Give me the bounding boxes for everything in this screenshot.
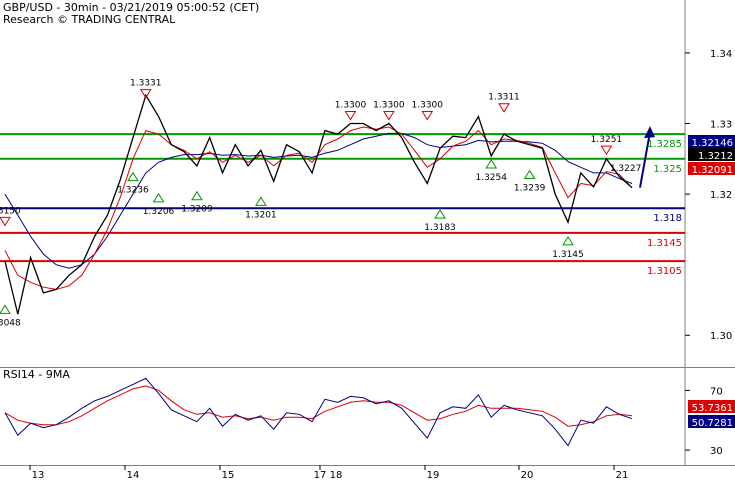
date-label: 14 <box>127 470 140 480</box>
swing-annotations: 1.3331 1.3300 1.3300 1.3300 1.3311 1.3251 1.31… <box>0 79 642 328</box>
rsi-tags: 53.7361 50.7281 <box>688 400 735 429</box>
price-tick-label: 1.32 <box>710 190 732 201</box>
date-label: 17 18 <box>314 470 343 480</box>
date-label: 20 <box>521 470 534 480</box>
low-marker-icon <box>255 196 267 206</box>
date-label: 13 <box>32 470 45 480</box>
price-line <box>4 93 633 315</box>
high-label: 1.3300 <box>335 101 367 111</box>
price-tag-label: 1.32146 <box>692 138 733 149</box>
high-marker-icon <box>382 111 395 121</box>
low-marker-icon <box>0 304 11 314</box>
high-label: 1.3311 <box>488 93 520 103</box>
gbpusd-chart: GBP/USD - 30min - 03/21/2019 05:00:52 (C… <box>0 0 735 480</box>
low-label: 1.3209 <box>181 205 213 215</box>
high-marker-icon <box>344 111 357 121</box>
low-marker-icon <box>485 159 498 169</box>
low-marker-icon <box>434 209 446 219</box>
rsi-title: RSI14 - 9MA <box>3 368 70 381</box>
high-marker-icon <box>498 103 510 113</box>
projection-arrow <box>639 126 655 188</box>
level-annotation: 1.3227 <box>610 164 642 174</box>
high-label: 1.3300 <box>373 101 405 111</box>
price-tick-label: 1.30 <box>710 331 732 342</box>
projection-line <box>639 131 651 188</box>
high-label: 1.3150 <box>0 206 21 216</box>
level-label: 1.318 <box>653 213 682 224</box>
price-tick-label: 1.34 <box>710 49 732 60</box>
low-marker-icon <box>562 235 574 246</box>
level-label: 1.325 <box>653 164 682 175</box>
date-x-axis: 13 14 15 17 18 19 20 21 <box>29 465 629 480</box>
rsi-tick-label: 30 <box>710 446 723 457</box>
high-marker-icon <box>421 111 434 121</box>
low-marker-icon <box>191 190 203 201</box>
date-label: 19 <box>427 470 440 480</box>
low-label: 1.3254 <box>475 173 507 183</box>
price-tags: 1.32146 1.3212 1.32091 <box>688 135 735 176</box>
rsi-ma-line <box>4 385 633 427</box>
price-series <box>4 93 633 315</box>
low-marker-icon <box>152 192 165 203</box>
price-y-axis: 1.30 1.32 1.33 1.34 <box>685 49 732 342</box>
low-label: 1.3201 <box>245 210 277 220</box>
low-marker-icon <box>127 171 139 182</box>
high-marker-icon <box>0 216 11 227</box>
low-label: 1.3183 <box>424 223 456 233</box>
high-label: 1.3331 <box>130 79 162 89</box>
level-label: 1.3105 <box>647 266 682 277</box>
high-label: 1.3300 <box>412 101 444 111</box>
low-marker-icon <box>523 169 536 180</box>
high-label: 1.3251 <box>591 135 623 145</box>
rsi-series <box>4 377 633 447</box>
price-tag-label: 1.3212 <box>698 151 733 162</box>
low-label: 1.3206 <box>143 207 175 217</box>
rsi-tag-label: 53.7361 <box>692 403 733 414</box>
rsi-tag-label: 50.7281 <box>692 418 733 429</box>
rsi-line <box>4 377 633 447</box>
date-label: 15 <box>222 470 235 480</box>
level-label: 1.3145 <box>647 238 682 249</box>
low-label: 1.3048 <box>0 318 21 328</box>
level-label: 1.3285 <box>647 139 682 150</box>
arrow-head-icon <box>644 126 655 139</box>
date-label: 21 <box>616 470 629 480</box>
chart-subtitle: Research © TRADING CENTRAL <box>3 13 176 26</box>
price-tag-label: 1.32091 <box>692 165 733 176</box>
rsi-tick-label: 70 <box>710 386 723 397</box>
price-tick-label: 1.33 <box>710 120 732 131</box>
low-label: 1.3236 <box>117 186 149 196</box>
high-marker-icon <box>600 145 613 156</box>
low-label: 1.3239 <box>514 184 546 194</box>
low-label: 1.3145 <box>552 250 584 260</box>
